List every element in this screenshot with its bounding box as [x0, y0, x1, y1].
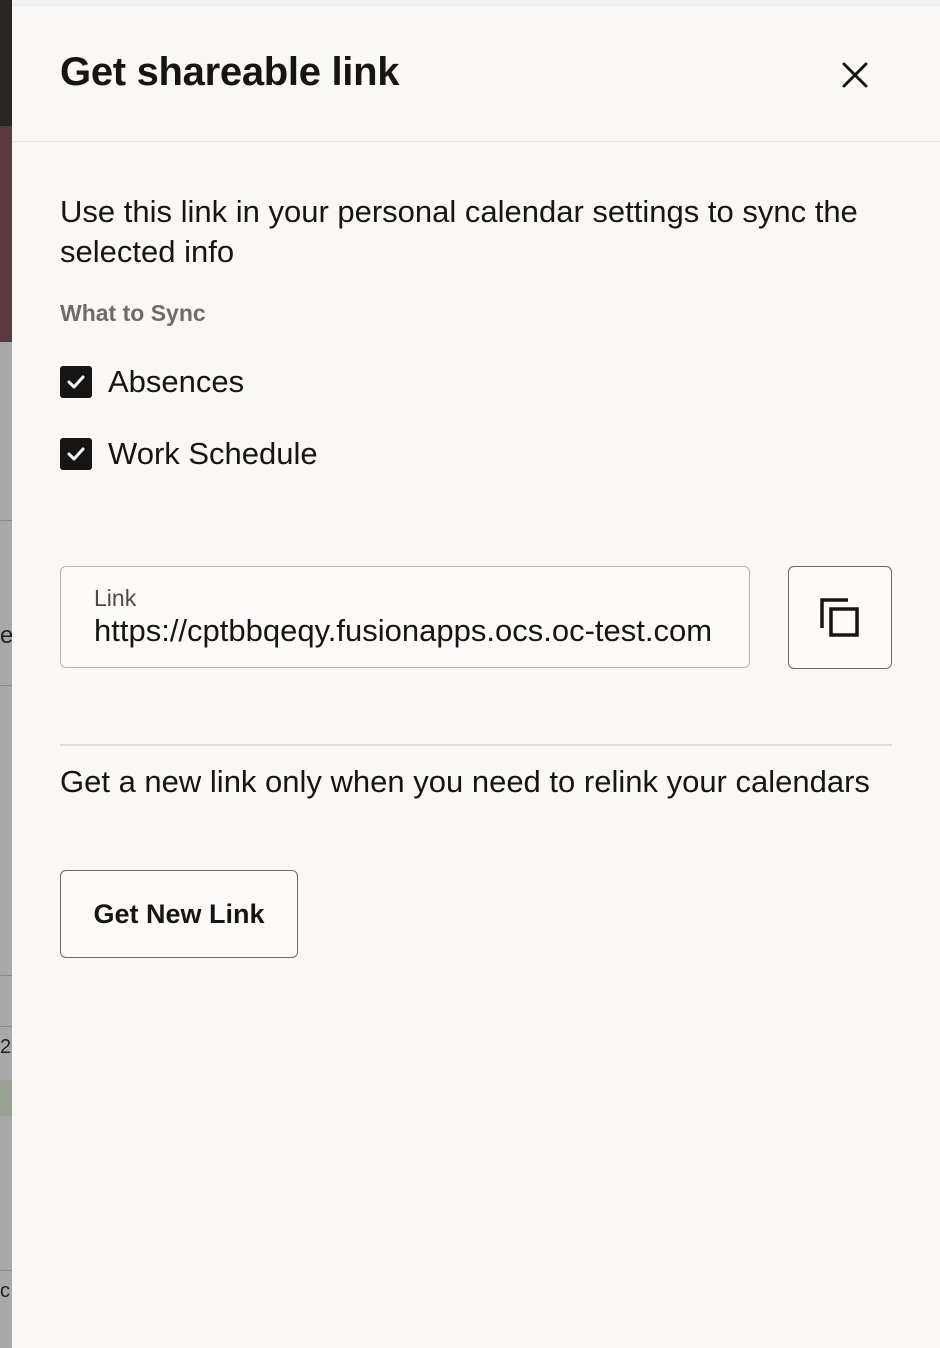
get-new-link-button[interactable]: Get New Link [60, 870, 298, 958]
background-text-fragment: 2 [0, 1036, 12, 1058]
background-divider [0, 1270, 12, 1271]
close-icon [842, 62, 868, 88]
absences-checkbox[interactable]: Absences [60, 362, 244, 402]
work-schedule-label: Work Schedule [108, 436, 318, 471]
drawer-header: Get shareable link [12, 6, 940, 142]
background-row-highlight [0, 1080, 12, 1116]
link-field-value[interactable]: https://cptbbqeqy.fusionapps.ocs.oc-test… [94, 613, 720, 649]
background-text-fragment: c [0, 1280, 10, 1302]
background-text-fragment: e [0, 622, 12, 649]
background-divider [0, 520, 12, 521]
background-header [0, 0, 12, 126]
close-button[interactable] [830, 50, 880, 100]
checkbox-checked-icon [60, 438, 92, 470]
checkbox-checked-icon [60, 366, 92, 398]
work-schedule-checkbox[interactable]: Work Schedule [60, 434, 318, 474]
share-link-drawer: Get shareable link Use this link in your… [12, 0, 940, 1348]
relink-info-text: Get a new link only when you need to rel… [60, 764, 870, 799]
absences-label: Absences [108, 364, 245, 399]
section-divider [60, 744, 892, 746]
background-divider [0, 685, 12, 686]
what-to-sync-label: What to Sync [60, 300, 206, 326]
background-divider [0, 975, 12, 976]
copy-link-button[interactable] [788, 566, 892, 669]
intro-text: Use this link in your personal calendar … [60, 194, 858, 269]
copy-icon [820, 597, 859, 637]
link-field-label: Link [94, 585, 137, 611]
background-page: e 2 c [0, 0, 12, 1348]
link-field[interactable]: Link https://cptbbqeqy.fusionapps.ocs.oc… [60, 566, 750, 668]
drawer-title: Get shareable link [60, 50, 400, 94]
background-banner [0, 126, 12, 342]
background-divider [0, 1026, 12, 1027]
